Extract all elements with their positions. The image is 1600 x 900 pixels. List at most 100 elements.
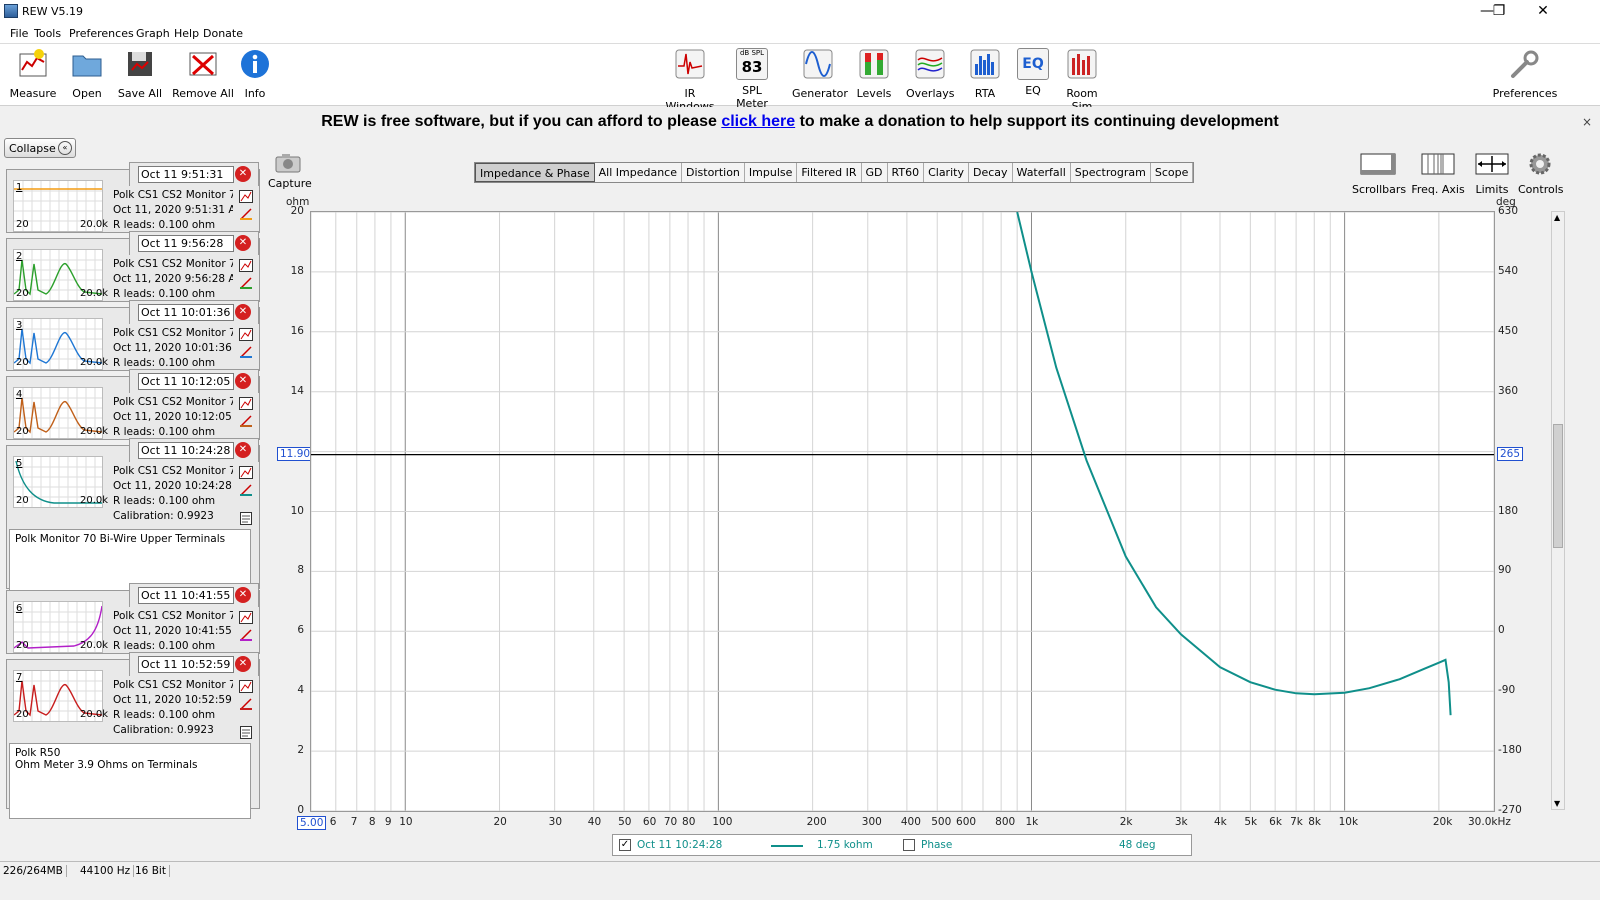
- graph-tab[interactable]: All Impedance: [595, 163, 682, 182]
- measurement-card[interactable]: Oct 11 9:51:31 ✕ 1 20 20.0k Polk CS1 CS2 Moni…: [6, 162, 260, 233]
- measurement-card[interactable]: Oct 11 9:56:28 ✕ 2 20 20.0k Polk CS1 CS2 Moni…: [6, 231, 260, 302]
- graph-tab[interactable]: Impedance & Phase: [475, 163, 595, 182]
- measurement-card[interactable]: Oct 11 10:41:55 ✕ 6 20 20.0k Polk CS1 CS2 Mon…: [6, 583, 260, 654]
- delete-measurement-icon[interactable]: ✕: [235, 656, 251, 672]
- graph-tab[interactable]: Impulse: [745, 163, 798, 182]
- impedance-plot[interactable]: [310, 211, 1495, 812]
- measure-button[interactable]: Measure: [8, 48, 58, 100]
- graph-tab[interactable]: GD: [862, 163, 888, 182]
- line-style-icon[interactable]: [239, 345, 253, 358]
- scrollbars-button[interactable]: Scrollbars: [1352, 150, 1406, 196]
- x-tick-label: 200: [806, 816, 827, 828]
- remove-all-button[interactable]: Remove All: [172, 48, 234, 100]
- chart-edit-icon[interactable]: [239, 466, 253, 479]
- graph-tab[interactable]: Clarity: [924, 163, 969, 182]
- x-tick-label: 10k: [1338, 816, 1359, 828]
- measurement-card[interactable]: Oct 11 10:01:36 ✕ 3 20 20.0k Polk CS1 CS2 Mon…: [6, 300, 260, 371]
- remove-icon: [189, 52, 217, 76]
- measurement-name-input[interactable]: Oct 11 10:12:05: [138, 373, 234, 390]
- folder-icon: [72, 55, 102, 77]
- delete-measurement-icon[interactable]: ✕: [235, 166, 251, 182]
- donation-link[interactable]: click here: [721, 113, 795, 130]
- line-style-icon[interactable]: [239, 628, 253, 641]
- controls-button[interactable]: Controls: [1518, 150, 1564, 196]
- graph-tab[interactable]: Distortion: [682, 163, 745, 182]
- measurement-number: 5: [16, 458, 23, 469]
- graph-tab[interactable]: Filtered IR: [797, 163, 862, 182]
- thumb-xmax-label: 20.0k: [80, 288, 109, 299]
- menu-tools[interactable]: Tools: [34, 27, 61, 40]
- series-checkbox[interactable]: ✓: [619, 839, 631, 851]
- thumb-xmin-label: 20: [16, 357, 29, 368]
- banner-close-icon[interactable]: ×: [1582, 115, 1592, 129]
- menu-help[interactable]: Help: [174, 27, 199, 40]
- spl-meter-button[interactable]: dB SPL 83 SPL Meter: [726, 48, 778, 110]
- measurement-tab: Oct 11 10:52:59 ✕: [129, 652, 259, 676]
- capture-button[interactable]: Capture: [268, 152, 312, 190]
- menu-file[interactable]: File: [10, 27, 28, 40]
- measurement-name-input[interactable]: Oct 11 10:41:55: [138, 587, 234, 604]
- delete-measurement-icon[interactable]: ✕: [235, 235, 251, 251]
- line-style-icon[interactable]: [239, 483, 253, 496]
- open-button[interactable]: Open: [66, 48, 108, 100]
- measurement-name-input[interactable]: Oct 11 10:24:28: [138, 442, 234, 459]
- x-tick-label: 800: [995, 816, 1016, 828]
- vertical-scrollbar[interactable]: ▲ ▼: [1551, 211, 1565, 810]
- collapse-button[interactable]: Collapse «: [4, 138, 76, 158]
- delete-measurement-icon[interactable]: ✕: [235, 373, 251, 389]
- generator-button[interactable]: Generator: [792, 48, 848, 100]
- freq-axis-icon: [1421, 153, 1455, 175]
- measurement-name-input[interactable]: Oct 11 10:01:36: [138, 304, 234, 321]
- room-sim-button[interactable]: Room Sim: [1056, 48, 1108, 113]
- phase-checkbox[interactable]: [903, 839, 915, 851]
- maximize-button[interactable]: ❐: [1476, 0, 1522, 24]
- preferences-button[interactable]: Preferences: [1492, 48, 1558, 100]
- chart-edit-icon[interactable]: [239, 680, 253, 693]
- chart-edit-icon[interactable]: [239, 190, 253, 203]
- measurement-date: Oct 11, 2020 9:51:31 AM: [113, 204, 233, 216]
- measurement-title: Polk CS1 CS2 Monitor 70: [113, 258, 233, 270]
- menu-donate[interactable]: Donate: [203, 27, 243, 40]
- measurement-card[interactable]: Oct 11 10:12:05 ✕ 4 20 20.0k Polk CS1 CS2 Mon…: [6, 369, 260, 440]
- delete-measurement-icon[interactable]: ✕: [235, 304, 251, 320]
- levels-button[interactable]: Levels: [856, 48, 892, 100]
- graph-tab[interactable]: Decay: [969, 163, 1013, 182]
- graph-tab[interactable]: Spectrogram: [1071, 163, 1151, 182]
- save-all-button[interactable]: Save All: [116, 48, 164, 100]
- graph-tab[interactable]: RT60: [888, 163, 925, 182]
- measurement-name-input[interactable]: Oct 11 9:56:28: [138, 235, 234, 252]
- scroll-up-icon[interactable]: ▲: [1554, 213, 1560, 222]
- limits-button[interactable]: Limits: [1472, 150, 1512, 196]
- calibration-file-icon[interactable]: [239, 726, 253, 739]
- freq-axis-button[interactable]: Freq. Axis: [1410, 150, 1466, 196]
- graph-tab[interactable]: Scope: [1151, 163, 1194, 182]
- chart-edit-icon[interactable]: [239, 328, 253, 341]
- chart-edit-icon[interactable]: [239, 397, 253, 410]
- line-style-icon[interactable]: [239, 697, 253, 710]
- overlays-icon: [915, 49, 945, 79]
- eq-button[interactable]: EQ EQ: [1016, 48, 1050, 97]
- graph-tab[interactable]: Waterfall: [1013, 163, 1071, 182]
- measurement-name-input[interactable]: Oct 11 9:51:31: [138, 166, 234, 183]
- info-button[interactable]: Info: [238, 48, 272, 100]
- title-bar: REW V5.19 — ❐ ✕: [0, 0, 1600, 24]
- close-button[interactable]: ✕: [1520, 0, 1566, 24]
- menu-graph[interactable]: Graph: [136, 27, 170, 40]
- measurement-name-input[interactable]: Oct 11 10:52:59: [138, 656, 234, 673]
- line-style-icon[interactable]: [239, 414, 253, 427]
- rta-button[interactable]: RTA: [968, 48, 1002, 100]
- calibration-file-icon[interactable]: [239, 512, 253, 525]
- line-style-icon[interactable]: [239, 207, 253, 220]
- scrollbar-thumb[interactable]: [1553, 424, 1563, 548]
- chart-edit-icon[interactable]: [239, 611, 253, 624]
- menu-preferences[interactable]: Preferences: [69, 27, 134, 40]
- x-tick-label: 7: [350, 816, 358, 828]
- delete-measurement-icon[interactable]: ✕: [235, 442, 251, 458]
- scroll-down-icon[interactable]: ▼: [1554, 799, 1560, 808]
- delete-measurement-icon[interactable]: ✕: [235, 587, 251, 603]
- chart-edit-icon[interactable]: [239, 259, 253, 272]
- ir-windows-button[interactable]: IR Windows: [660, 48, 720, 113]
- measurement-notes[interactable]: Polk R50 Ohm Meter 3.9 Ohms on Terminals: [9, 743, 251, 819]
- line-style-icon[interactable]: [239, 276, 253, 289]
- overlays-button[interactable]: Overlays: [906, 48, 955, 100]
